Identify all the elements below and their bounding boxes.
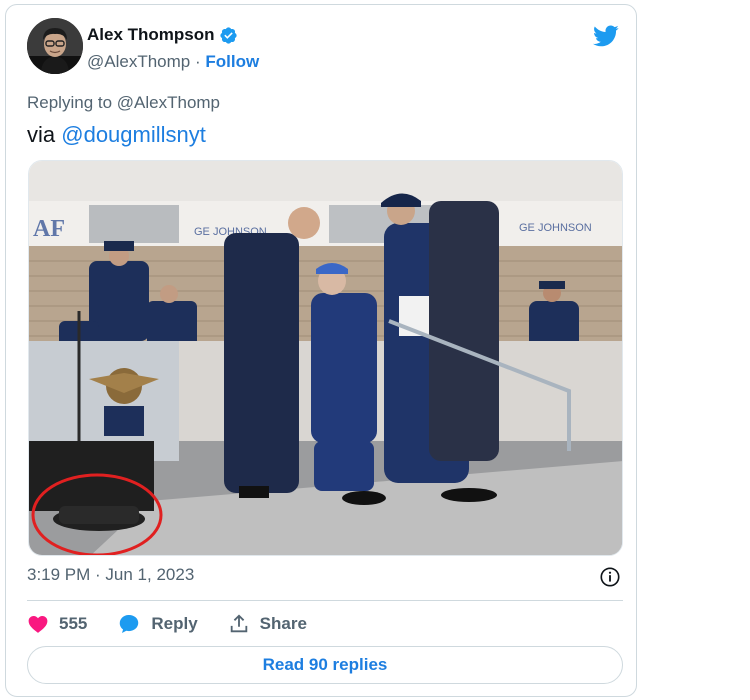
- author-handle[interactable]: @AlexThomp: [87, 52, 190, 71]
- mention-link[interactable]: @dougmillsnyt: [61, 122, 206, 147]
- read-replies-button[interactable]: Read 90 replies: [27, 646, 623, 684]
- like-button[interactable]: 555: [27, 613, 87, 635]
- heart-icon: [28, 615, 48, 633]
- reply-label: Reply: [151, 614, 198, 633]
- twitter-bird-icon[interactable]: [591, 23, 621, 49]
- like-count: 555: [59, 614, 88, 633]
- author-handle-row: @AlexThomp · Follow: [87, 52, 259, 72]
- timestamp[interactable]: 3:19 PM · Jun 1, 2023: [27, 565, 194, 585]
- reply-button[interactable]: Reply: [117, 612, 198, 636]
- reply-context: Replying to @AlexThomp: [27, 93, 221, 112]
- info-icon[interactable]: [599, 566, 621, 588]
- tweet-text-prefix: via: [27, 122, 56, 147]
- avatar[interactable]: [27, 18, 83, 74]
- tweet-photo[interactable]: AF GE JOHNSON GE JOHNSON: [28, 160, 623, 556]
- action-bar: 555 Reply Share: [27, 611, 337, 637]
- handle-separator: ·: [194, 52, 201, 71]
- tweet-card: Alex Thompson @AlexThomp · Follow Replyi…: [5, 4, 637, 697]
- divider: [27, 600, 623, 601]
- banner-af-text: AF: [33, 216, 65, 242]
- author-name[interactable]: Alex Thompson: [87, 25, 238, 45]
- share-label: Share: [259, 614, 307, 633]
- share-button[interactable]: Share: [228, 613, 307, 635]
- verified-badge-icon: [219, 26, 237, 44]
- follow-button[interactable]: Follow: [205, 52, 259, 71]
- tweet-text: via @dougmillsnyt: [27, 122, 206, 148]
- share-icon: [230, 614, 247, 633]
- author-name-text[interactable]: Alex Thompson: [87, 25, 215, 45]
- banner-gejohnson-right-text: GE JOHNSON: [519, 222, 592, 234]
- reply-bubble-icon: [120, 615, 139, 633]
